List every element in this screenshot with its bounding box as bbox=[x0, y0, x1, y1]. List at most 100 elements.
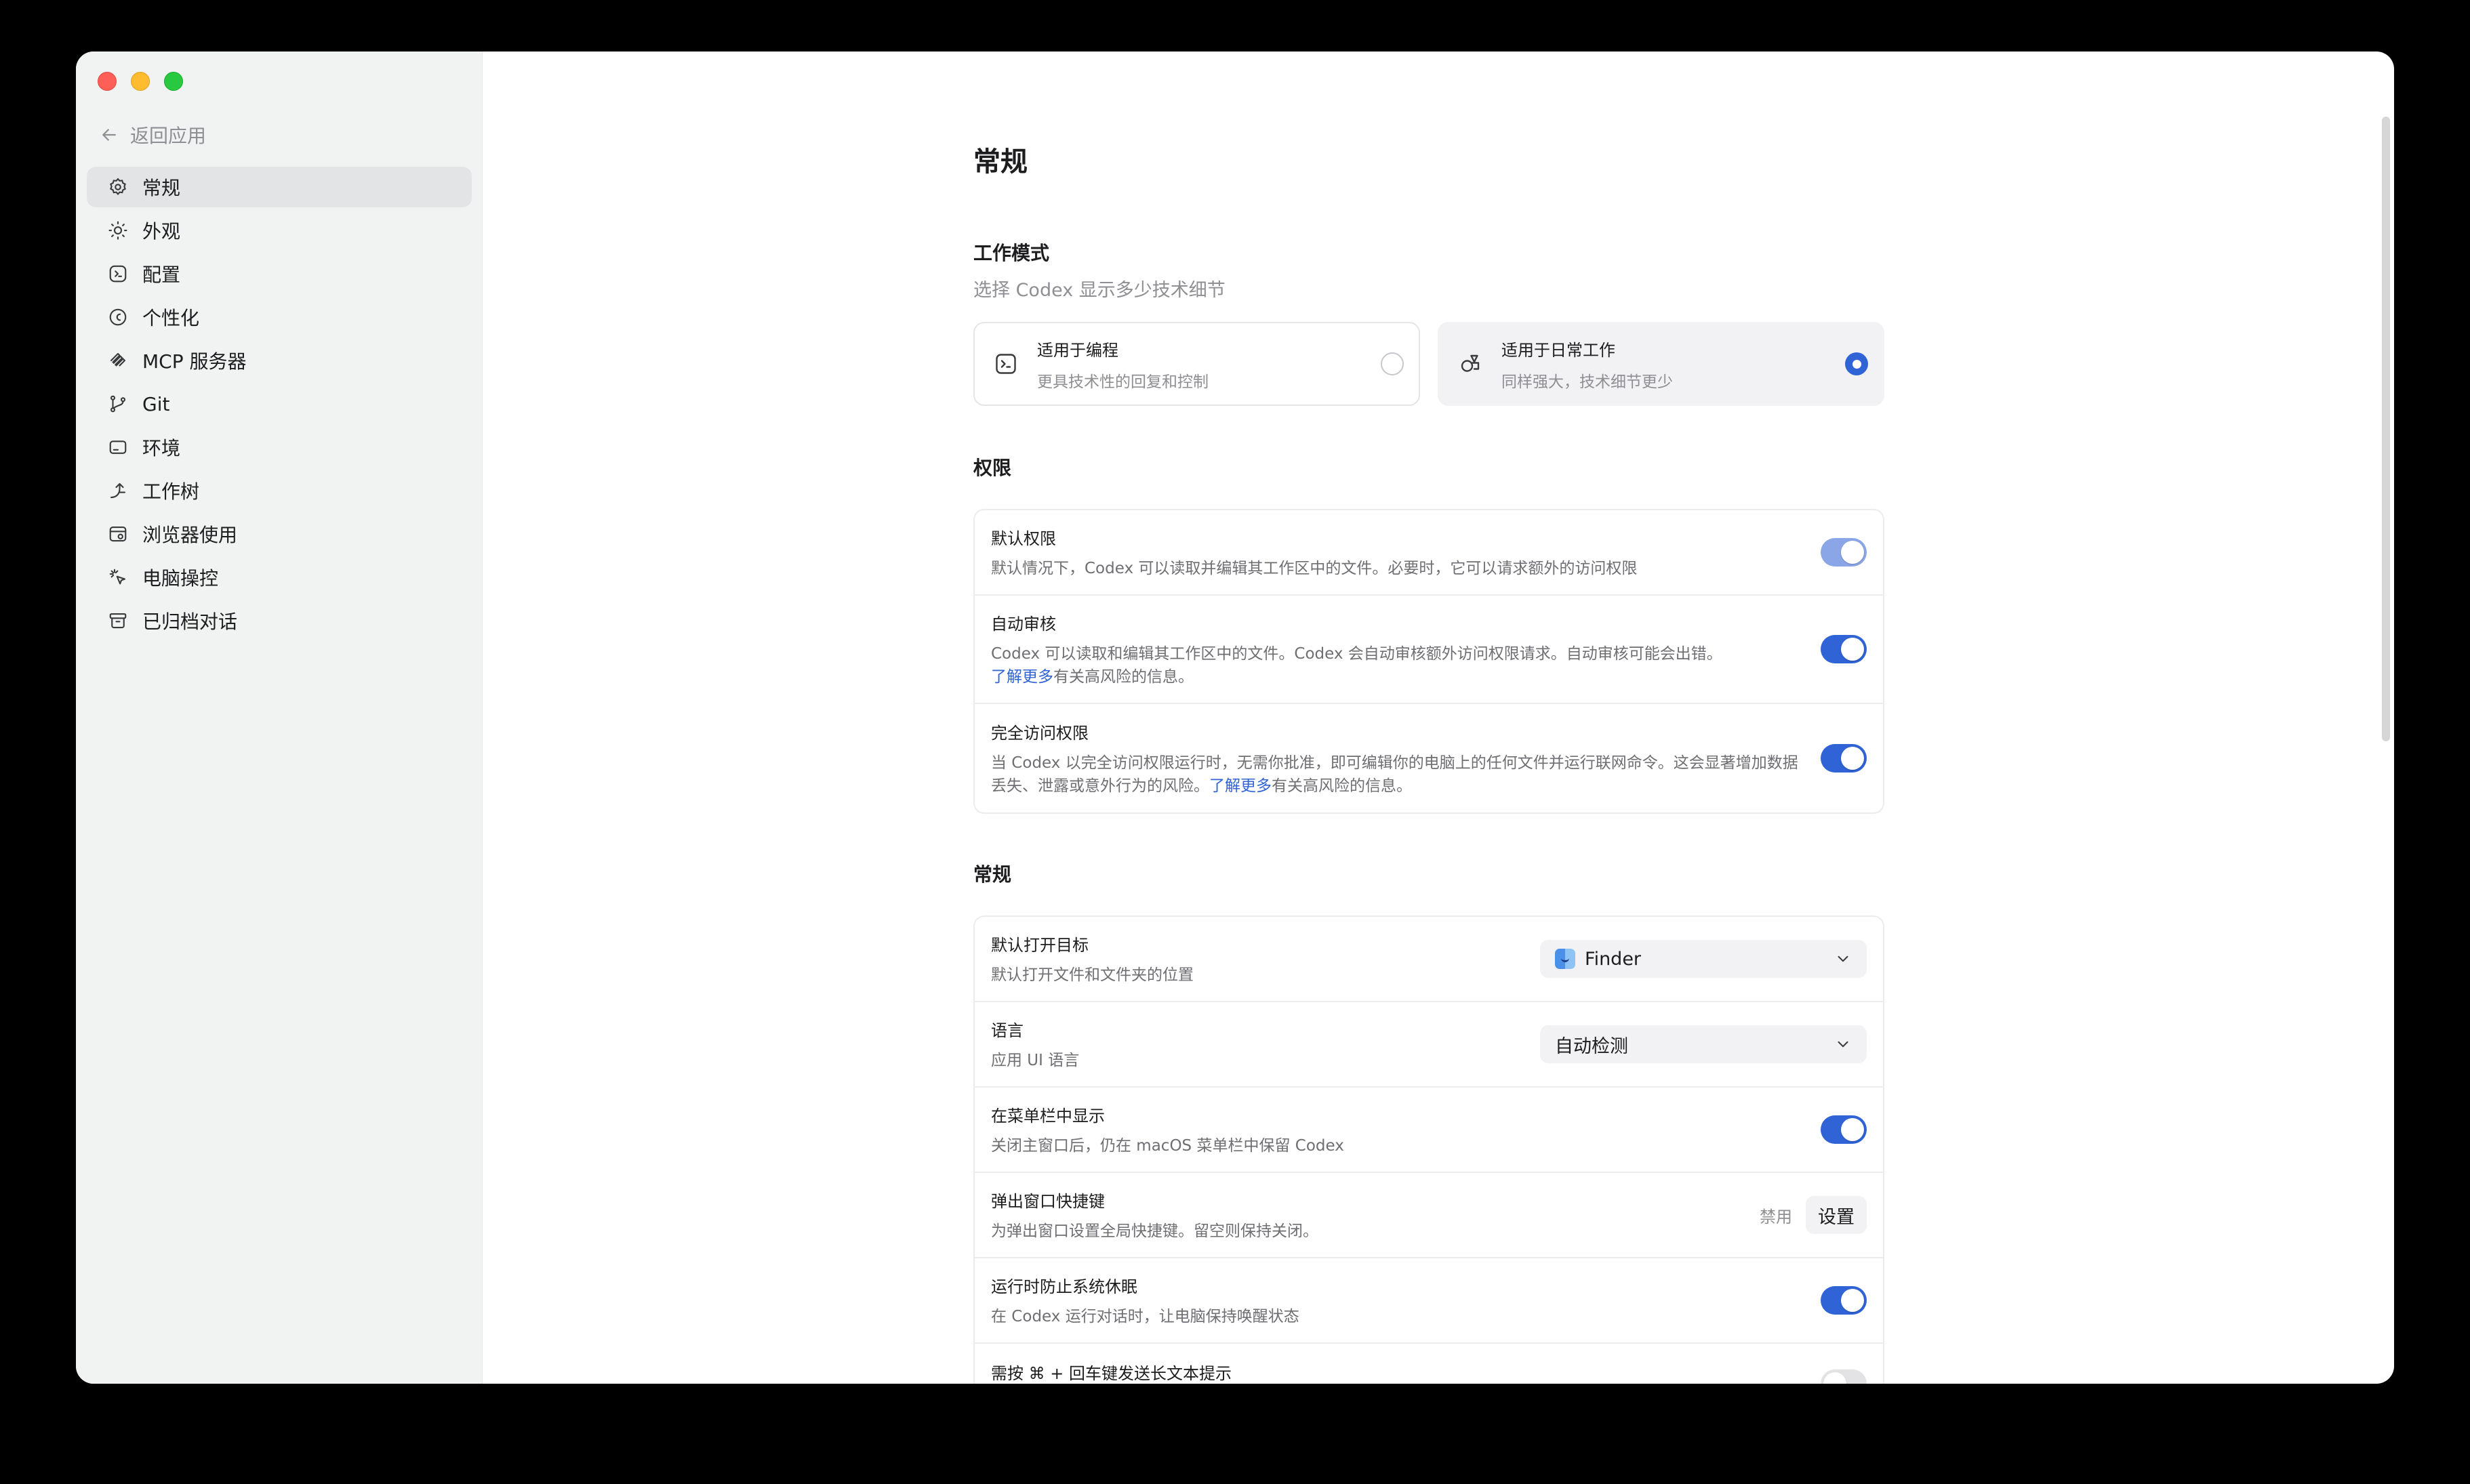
sidebar-item-config[interactable]: 配置 bbox=[87, 253, 472, 294]
prevent-sleep-toggle[interactable] bbox=[1821, 1286, 1867, 1315]
row-title: 语言 bbox=[991, 1021, 1024, 1040]
browser-icon bbox=[107, 523, 129, 545]
row-desc: 为弹出窗口设置全局快捷键。留空则保持关闭。 bbox=[991, 1222, 1318, 1240]
sidebar-item-label: MCP 服务器 bbox=[142, 350, 247, 373]
settings-nav: 常规 外观 配置 个性化 MCP 服务器 Git 环境 工作树 浏览器使用 电脑… bbox=[87, 167, 472, 644]
full-access-toggle[interactable] bbox=[1821, 744, 1867, 772]
mode-title: 适用于编程 bbox=[1037, 340, 1118, 360]
sidebar-item-label: 外观 bbox=[142, 220, 181, 243]
sidebar-item-appearance[interactable]: 外观 bbox=[87, 210, 472, 251]
minimize-window-button[interactable] bbox=[131, 72, 150, 91]
select-value: 自动检测 bbox=[1555, 1035, 1628, 1057]
mode-option-daily-work[interactable]: 适用于日常工作 同样强大，技术细节更少 bbox=[1438, 322, 1884, 406]
mode-title: 适用于日常工作 bbox=[1501, 340, 1615, 360]
row-title: 完全访问权限 bbox=[991, 723, 1089, 743]
general-card: 默认打开目标 默认打开文件和文件夹的位置 Finder 语言 应用 UI 语言 bbox=[973, 915, 1884, 1384]
learn-more-link[interactable]: 了解更多 bbox=[1209, 777, 1272, 795]
general-row-cmd-enter: 需按 ⌘ + 回车键发送长文本提示 bbox=[975, 1344, 1883, 1384]
back-to-app-button[interactable]: 返回应用 bbox=[99, 119, 206, 150]
row-title: 运行时防止系统休眠 bbox=[991, 1277, 1137, 1296]
set-shortcut-button[interactable]: 设置 bbox=[1806, 1196, 1867, 1234]
terminal-icon bbox=[994, 352, 1018, 376]
mcp-icon bbox=[107, 350, 129, 371]
cmd-enter-toggle[interactable] bbox=[1821, 1369, 1867, 1384]
sun-icon bbox=[107, 220, 129, 241]
default-permission-toggle[interactable] bbox=[1821, 538, 1867, 566]
section-title: 工作模式 bbox=[973, 242, 1050, 264]
sidebar-item-label: 配置 bbox=[142, 264, 181, 286]
auto-review-toggle[interactable] bbox=[1821, 635, 1867, 663]
mode-radio-daily-work[interactable] bbox=[1845, 352, 1868, 375]
git-branch-icon bbox=[107, 393, 129, 415]
personalize-icon bbox=[107, 306, 129, 328]
select-value: Finder bbox=[1585, 948, 1642, 970]
computer-control-icon bbox=[107, 566, 129, 588]
general-row-popup-shortcut: 弹出窗口快捷键 为弹出窗口设置全局快捷键。留空则保持关闭。 禁用 设置 bbox=[975, 1173, 1883, 1258]
sidebar-item-general[interactable]: 常规 bbox=[87, 167, 472, 207]
section-title: 权限 bbox=[973, 457, 1012, 479]
shortcut-status: 禁用 bbox=[1760, 1207, 1792, 1227]
sidebar-item-browser[interactable]: 浏览器使用 bbox=[87, 514, 472, 554]
page-title: 常规 bbox=[973, 146, 1028, 178]
settings-content: 常规 工作模式 选择 Codex 显示多少技术细节 适用于编程 更具技术性的回复… bbox=[973, 140, 1884, 1384]
work-mode-options: 适用于编程 更具技术性的回复和控制 适用于日常工作 同样强大，技术细节更少 bbox=[973, 322, 1884, 406]
menubar-toggle[interactable] bbox=[1821, 1115, 1867, 1144]
sidebar-item-label: 浏览器使用 bbox=[142, 524, 238, 546]
environment-icon bbox=[107, 436, 129, 458]
row-desc: 默认打开文件和文件夹的位置 bbox=[991, 966, 1194, 984]
sidebar-item-label: 常规 bbox=[142, 177, 181, 199]
general-row-language: 语言 应用 UI 语言 自动检测 bbox=[975, 1002, 1883, 1088]
shapes-icon bbox=[1458, 352, 1482, 376]
sidebar-item-label: 已归档对话 bbox=[142, 611, 238, 633]
row-desc: 关闭主窗口后，仍在 macOS 菜单栏中保留 Codex bbox=[991, 1136, 1344, 1155]
section-title: 常规 bbox=[973, 863, 1012, 886]
general-row-open-target: 默认打开目标 默认打开文件和文件夹的位置 Finder bbox=[975, 917, 1883, 1002]
close-window-button[interactable] bbox=[98, 72, 117, 91]
general-row-menubar: 在菜单栏中显示 关闭主窗口后，仍在 macOS 菜单栏中保留 Codex bbox=[975, 1088, 1883, 1173]
sidebar-item-mcp[interactable]: MCP 服务器 bbox=[87, 340, 472, 381]
sidebar-item-label: 电脑操控 bbox=[142, 567, 219, 590]
mode-option-coding[interactable]: 适用于编程 更具技术性的回复和控制 bbox=[973, 322, 1420, 406]
zoom-window-button[interactable] bbox=[164, 72, 183, 91]
sidebar-item-archived[interactable]: 已归档对话 bbox=[87, 600, 472, 641]
row-desc: 应用 UI 语言 bbox=[991, 1051, 1080, 1069]
row-title: 弹出窗口快捷键 bbox=[991, 1191, 1105, 1211]
settings-window: 返回应用 常规 外观 配置 个性化 MCP 服务器 Git 环境 工作树 浏览器… bbox=[76, 51, 2394, 1384]
finder-icon bbox=[1555, 949, 1575, 969]
section-subtitle: 选择 Codex 显示多少技术细节 bbox=[973, 280, 1226, 301]
permissions-section: 权限 默认权限 默认情况下，Codex 可以读取并编辑其工作区中的文件。必要时，… bbox=[973, 453, 1884, 814]
work-mode-section: 工作模式 选择 Codex 显示多少技术细节 适用于编程 更具技术性的回复和控制 bbox=[973, 239, 1884, 406]
arrow-left-icon bbox=[102, 129, 116, 141]
row-desc: 在 Codex 运行对话时，让电脑保持唤醒状态 bbox=[991, 1307, 1299, 1325]
mode-radio-coding[interactable] bbox=[1381, 352, 1404, 375]
scrollbar[interactable] bbox=[2382, 117, 2390, 741]
sidebar-item-git[interactable]: Git bbox=[87, 384, 472, 424]
mode-desc: 更具技术性的回复和控制 bbox=[1037, 373, 1209, 391]
general-row-prevent-sleep: 运行时防止系统休眠 在 Codex 运行对话时，让电脑保持唤醒状态 bbox=[975, 1258, 1883, 1344]
sidebar-item-label: 个性化 bbox=[142, 307, 200, 329]
settings-main: 常规 工作模式 选择 Codex 显示多少技术细节 适用于编程 更具技术性的回复… bbox=[483, 51, 2394, 1384]
permission-row-default: 默认权限 默认情况下，Codex 可以读取并编辑其工作区中的文件。必要时，它可以… bbox=[975, 510, 1883, 596]
row-desc: 默认情况下，Codex 可以读取并编辑其工作区中的文件。必要时，它可以请求额外的… bbox=[991, 559, 1638, 577]
sidebar-item-label: 环境 bbox=[142, 437, 181, 459]
learn-more-link[interactable]: 了解更多 bbox=[991, 668, 1053, 686]
permissions-card: 默认权限 默认情况下，Codex 可以读取并编辑其工作区中的文件。必要时，它可以… bbox=[973, 509, 1884, 814]
row-desc: 当 Codex 以完全访问权限运行时，无需你批准，即可编辑你的电脑上的任何文件并… bbox=[991, 754, 1798, 795]
gear-icon bbox=[107, 176, 129, 198]
language-select[interactable]: 自动检测 bbox=[1540, 1025, 1867, 1063]
permission-row-full-access: 完全访问权限 当 Codex 以完全访问权限运行时，无需你批准，即可编辑你的电脑… bbox=[975, 704, 1883, 812]
open-target-select[interactable]: Finder bbox=[1540, 940, 1867, 978]
worktree-icon bbox=[107, 480, 129, 501]
chevron-down-icon bbox=[1838, 1041, 1848, 1048]
row-title: 需按 ⌘ + 回车键发送长文本提示 bbox=[991, 1364, 1232, 1383]
config-icon bbox=[107, 263, 129, 285]
row-title: 默认打开目标 bbox=[991, 935, 1089, 955]
sidebar-item-computer-control[interactable]: 电脑操控 bbox=[87, 557, 472, 598]
sidebar-item-environment[interactable]: 环境 bbox=[87, 427, 472, 468]
row-desc: Codex 可以读取和编辑其工作区中的文件。Codex 会自动审核额外访问权限请… bbox=[991, 644, 1722, 686]
sidebar-item-personalize[interactable]: 个性化 bbox=[87, 297, 472, 337]
sidebar: 返回应用 常规 外观 配置 个性化 MCP 服务器 Git 环境 工作树 浏览器… bbox=[76, 51, 483, 1384]
general-section: 常规 默认打开目标 默认打开文件和文件夹的位置 Finder 语言 应用 UI … bbox=[973, 860, 1884, 1384]
chevron-down-icon bbox=[1838, 955, 1848, 962]
sidebar-item-worktree[interactable]: 工作树 bbox=[87, 470, 472, 511]
